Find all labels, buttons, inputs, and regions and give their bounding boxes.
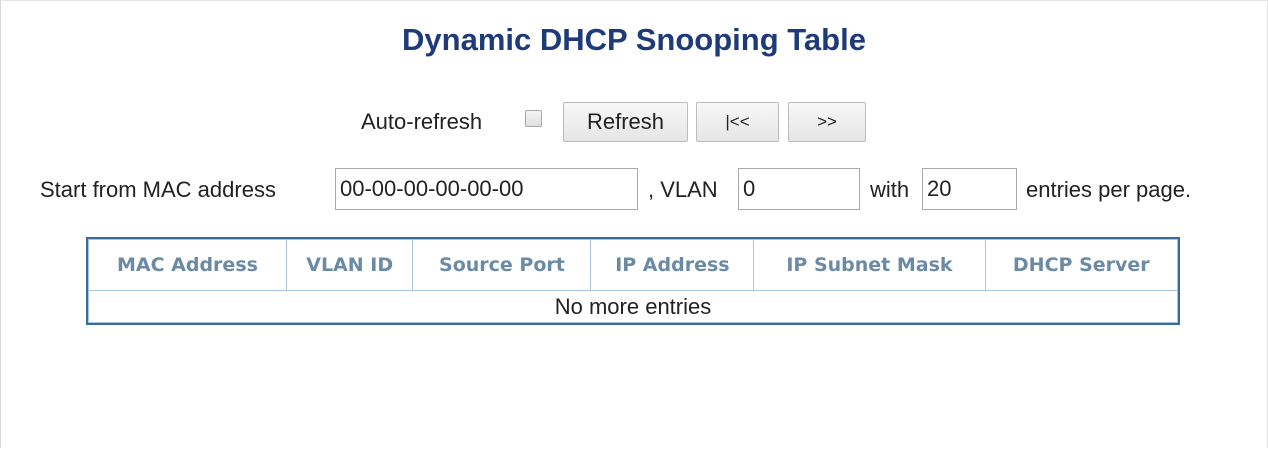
refresh-controls: Auto-refresh Refresh |<< >> bbox=[0, 102, 1268, 142]
entries-per-page-label: entries per page. bbox=[1026, 177, 1192, 202]
filter-row: Start from MAC address , VLAN with entri… bbox=[0, 168, 1268, 210]
first-page-button[interactable]: |<< bbox=[696, 102, 779, 142]
auto-refresh-checkbox[interactable] bbox=[525, 110, 542, 127]
vlan-input[interactable] bbox=[738, 168, 860, 210]
header-source-port: Source Port bbox=[412, 239, 592, 291]
header-dhcp-server: DHCP Server bbox=[984, 239, 1179, 291]
header-ip-subnet-mask: IP Subnet Mask bbox=[753, 239, 986, 291]
snooping-table: MAC Address VLAN ID Source Port IP Addre… bbox=[86, 237, 1180, 325]
page-title: Dynamic DHCP Snooping Table bbox=[402, 22, 866, 57]
table-header-row: MAC Address VLAN ID Source Port IP Addre… bbox=[88, 239, 1179, 291]
vlan-label: , VLAN bbox=[648, 177, 718, 202]
header-ip-address: IP Address bbox=[590, 239, 755, 291]
entries-per-page-input[interactable] bbox=[922, 168, 1017, 210]
header-vlan-id: VLAN ID bbox=[285, 239, 414, 291]
next-page-button[interactable]: >> bbox=[788, 102, 866, 142]
mac-address-input[interactable] bbox=[335, 168, 638, 210]
refresh-button[interactable]: Refresh bbox=[563, 102, 688, 142]
auto-refresh-label: Auto-refresh bbox=[361, 109, 483, 134]
page-frame bbox=[0, 0, 1268, 448]
header-mac-address: MAC Address bbox=[88, 239, 287, 291]
table-row: No more entries bbox=[88, 290, 1178, 323]
with-label: with bbox=[870, 177, 910, 202]
empty-message: No more entries bbox=[88, 290, 1178, 323]
start-mac-label: Start from MAC address bbox=[40, 177, 276, 202]
